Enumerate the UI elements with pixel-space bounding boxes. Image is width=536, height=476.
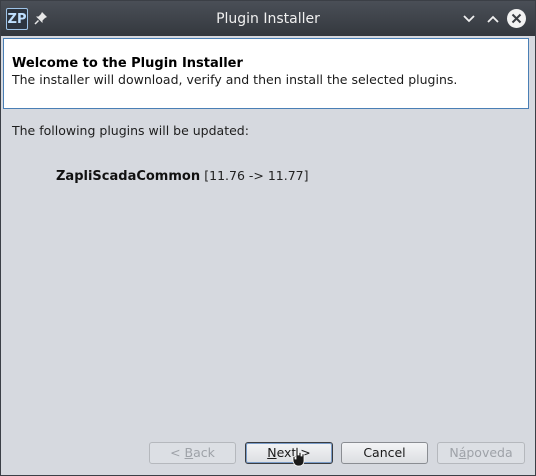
chevron-down-icon[interactable] [460, 10, 478, 28]
back-button[interactable]: < Back [149, 442, 236, 464]
plugin-version-change: [11.76 -> 11.77] [204, 168, 309, 183]
back-button-prefix: < [170, 445, 185, 460]
help-button-label: poveda [466, 445, 513, 460]
next-button[interactable]: Next > [245, 442, 333, 464]
wizard-step-description: The installer will download, verify and … [12, 72, 458, 87]
plugins-intro-text: The following plugins will be updated: [12, 123, 249, 138]
back-button-mnemonic: B [184, 445, 194, 460]
title-bar[interactable]: ZP Plugin Installer [1, 1, 535, 36]
wizard-header-panel: Welcome to the Plugin Installer The inst… [3, 38, 529, 109]
cancel-button[interactable]: Cancel [341, 442, 428, 464]
plugin-name: ZapliScadaCommon [56, 169, 201, 184]
help-button[interactable]: Nápoveda [437, 442, 525, 464]
plugin-installer-window: ZP Plugin Installer Welcome to the Plugi… [0, 0, 536, 476]
back-button-label: ack [193, 445, 215, 460]
wizard-button-bar: < Back Next > Cancel Nápoveda [1, 437, 535, 471]
wizard-step-title: Welcome to the Plugin Installer [12, 56, 243, 71]
next-button-mnemonic: N [267, 445, 277, 460]
chevron-up-icon[interactable] [484, 10, 502, 28]
mouse-cursor-icon [292, 447, 305, 467]
wizard-content: The following plugins will be updated: Z… [3, 111, 533, 431]
close-icon[interactable] [507, 9, 526, 28]
window-title: Plugin Installer [216, 11, 320, 27]
plugin-list-item: ZapliScadaCommon [11.76 -> 11.77] [56, 168, 309, 184]
help-button-prefix: N [449, 445, 459, 460]
